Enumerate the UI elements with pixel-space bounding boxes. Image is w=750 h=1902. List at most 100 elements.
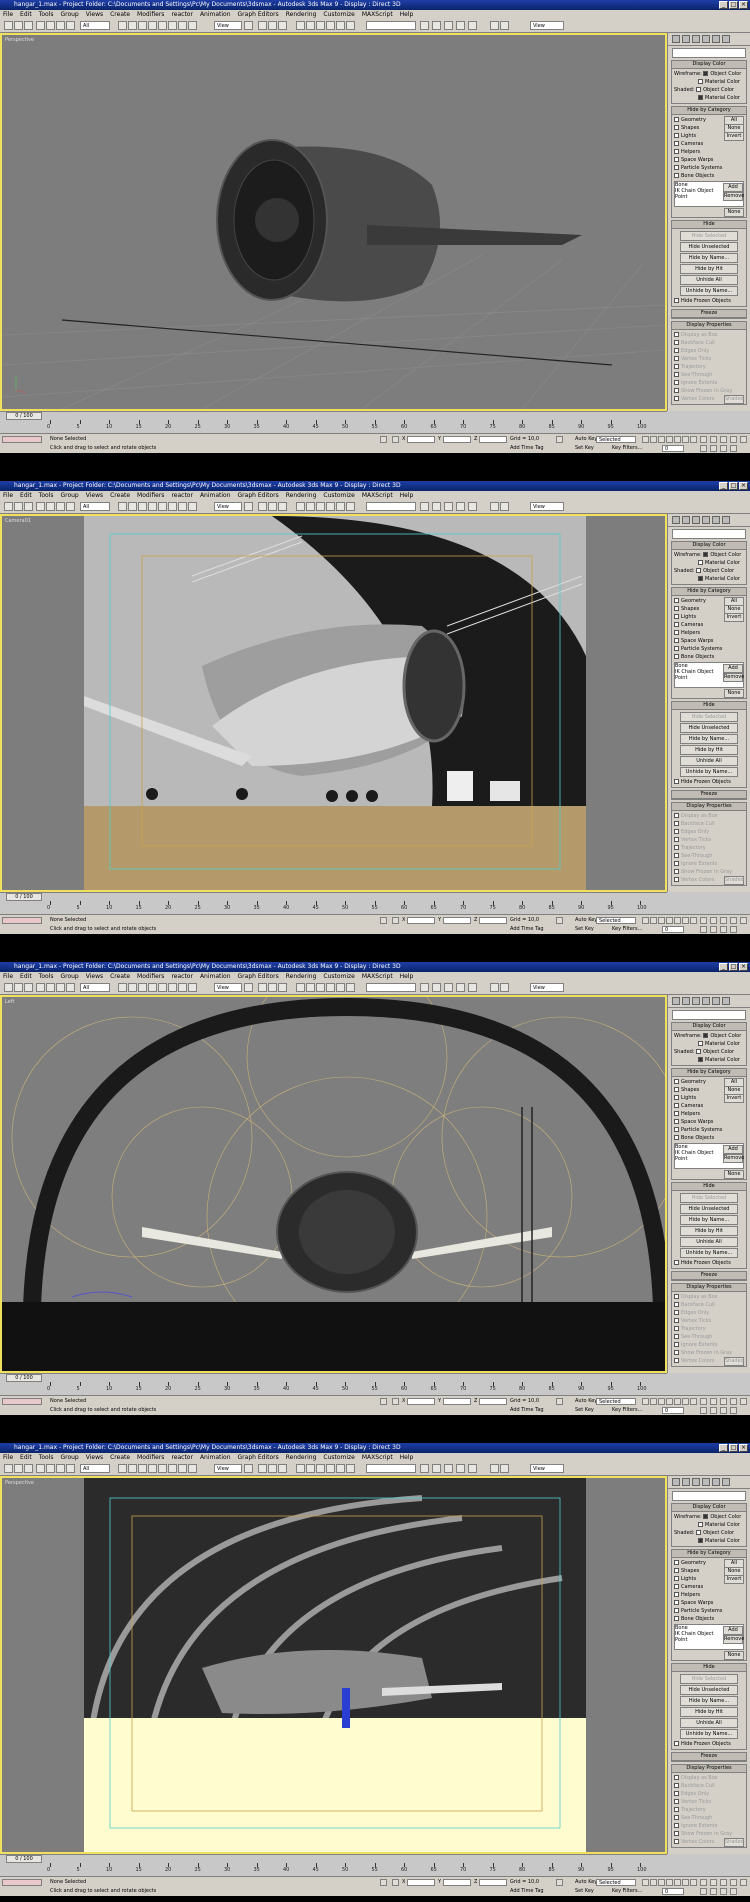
toolbar-tool-icon[interactable] [138,502,147,511]
toolbar-tool-icon[interactable] [178,983,187,992]
toolbar-tool-icon[interactable] [490,502,499,511]
viewport-left[interactable]: Left [0,995,667,1373]
add-time-tag[interactable]: Add Time Tag [510,926,544,933]
maxscript-listener[interactable] [2,1879,42,1886]
command-panel-tab-icon[interactable] [722,35,730,43]
playback-control-icon[interactable] [690,1398,697,1405]
property-checkbox[interactable] [674,388,679,393]
hide-button[interactable]: Hide Unselected [680,1685,738,1695]
playback-control-icon[interactable] [682,436,689,443]
toolbar-tool-icon[interactable] [138,21,147,30]
radio-object-color[interactable] [703,552,709,557]
viewport-navigation-icon[interactable] [700,926,707,933]
menu-reactor[interactable]: reactor [171,491,193,500]
command-panel-tab-icon[interactable] [672,1478,680,1486]
viewport-navigation-icon[interactable] [730,445,737,452]
viewport-navigation-icon[interactable] [730,917,737,924]
unhide-button[interactable]: Unhide by Name... [680,1248,738,1258]
rollout-header[interactable]: Freeze [672,1272,746,1280]
playback-control-icon[interactable] [666,917,673,924]
category-checkbox[interactable] [674,149,679,154]
toolbar-tool-icon[interactable] [138,983,147,992]
z-coordinate-field[interactable] [479,1879,507,1886]
x-coordinate-field[interactable] [407,1398,435,1405]
category-checkbox[interactable] [674,173,679,178]
maximize-button[interactable]: □ [729,1444,738,1452]
menu-animation[interactable]: Animation [200,10,231,19]
hide-frozen-checkbox[interactable] [674,779,679,784]
object-name-field[interactable] [672,1491,746,1501]
toolbar-tool-icon[interactable] [490,21,499,30]
category-checkbox[interactable] [674,654,679,659]
toolbar-tool-icon[interactable] [36,983,45,992]
playback-control-icon[interactable] [690,917,697,924]
toolbar-tool-icon[interactable] [278,1464,287,1473]
menu-rendering[interactable]: Rendering [286,10,317,19]
toolbar-tool-icon[interactable] [138,1464,147,1473]
property-checkbox[interactable] [674,861,679,866]
property-checkbox[interactable] [674,1807,679,1812]
toolbar-tool-icon[interactable] [66,1464,75,1473]
viewport-navigation-icon[interactable] [700,1398,707,1405]
property-checkbox[interactable] [674,332,679,337]
category-checkbox[interactable] [674,1592,679,1597]
unhide-button[interactable]: Unhide All [680,1718,738,1728]
category-checkbox[interactable] [674,1560,679,1565]
z-coordinate-field[interactable] [479,917,507,924]
selection-filter-dropdown[interactable]: All [80,1464,110,1473]
property-checkbox[interactable] [674,1334,679,1339]
y-coordinate-field[interactable] [443,917,471,924]
rollout-header[interactable]: Hide by Category [672,107,746,115]
viewport-navigation-icon[interactable] [730,436,737,443]
minimize-button[interactable]: _ [719,963,728,971]
toolbar-tool-icon[interactable] [490,1464,499,1473]
key-filters-button[interactable]: Key Filters... [612,926,642,933]
toolbar-tool-icon[interactable] [148,983,157,992]
menu-customize[interactable]: Customize [323,972,355,981]
toolbar-tool-icon[interactable] [432,21,441,30]
none-list-button[interactable]: None [724,1170,744,1179]
toolbar-tool-icon[interactable] [158,983,167,992]
category-checkbox[interactable] [674,598,679,603]
toolbar-tool-icon[interactable] [500,21,509,30]
track-bar[interactable]: 0 5 10 15 20 25 30 35 40 45 50 55 60 65 70 75 80 85 90 95 10… [0,1382,667,1395]
category-checkbox[interactable] [674,117,679,122]
toolbar-tool-icon[interactable] [278,502,287,511]
reference-coordinate-dropdown[interactable]: View [214,21,242,30]
hide-button[interactable]: Hide Unselected [680,1204,738,1214]
key-mode-dropdown[interactable]: Selected [596,436,636,443]
viewport-navigation-icon[interactable] [720,445,727,452]
toolbar-tool-icon[interactable] [178,502,187,511]
command-panel-tab-icon[interactable] [672,516,680,524]
command-panel-tab-icon[interactable] [702,35,710,43]
menu-maxscript[interactable]: MAXScript [362,10,393,19]
playback-control-icon[interactable] [650,917,657,924]
command-panel-tab-icon[interactable] [712,1478,720,1486]
toolbar-tool-icon[interactable] [56,21,65,30]
toolbar-tool-icon[interactable] [326,983,335,992]
category-checkbox[interactable] [674,157,679,162]
menu-modifiers[interactable]: Modifiers [137,491,164,500]
toolbar-tool-icon[interactable] [336,502,345,511]
time-slider-thumb[interactable]: 0 / 100 [6,1855,42,1863]
menu-views[interactable]: Views [86,972,103,981]
viewport-navigation-icon[interactable] [710,436,717,443]
menu-reactor[interactable]: reactor [171,972,193,981]
toolbar-tool-icon[interactable] [296,983,305,992]
toolbar-tool-icon[interactable] [158,21,167,30]
add-button[interactable]: Add [723,664,743,673]
viewport-navigation-icon[interactable] [740,917,747,924]
command-panel-tab-icon[interactable] [722,516,730,524]
category-checkbox[interactable] [674,165,679,170]
menu-animation[interactable]: Animation [200,972,231,981]
viewport-navigation-icon[interactable] [730,926,737,933]
playback-control-icon[interactable] [642,1398,649,1405]
radio-object-color-shaded[interactable] [696,568,702,573]
category-checkbox[interactable] [674,614,679,619]
viewport-navigation-icon[interactable] [720,1398,727,1405]
category-checkbox[interactable] [674,630,679,635]
toolbar-tool-icon[interactable] [306,1464,315,1473]
unhide-button[interactable]: Unhide by Name... [680,1729,738,1739]
toolbar-tool-icon[interactable] [14,21,23,30]
playback-control-icon[interactable] [650,436,657,443]
